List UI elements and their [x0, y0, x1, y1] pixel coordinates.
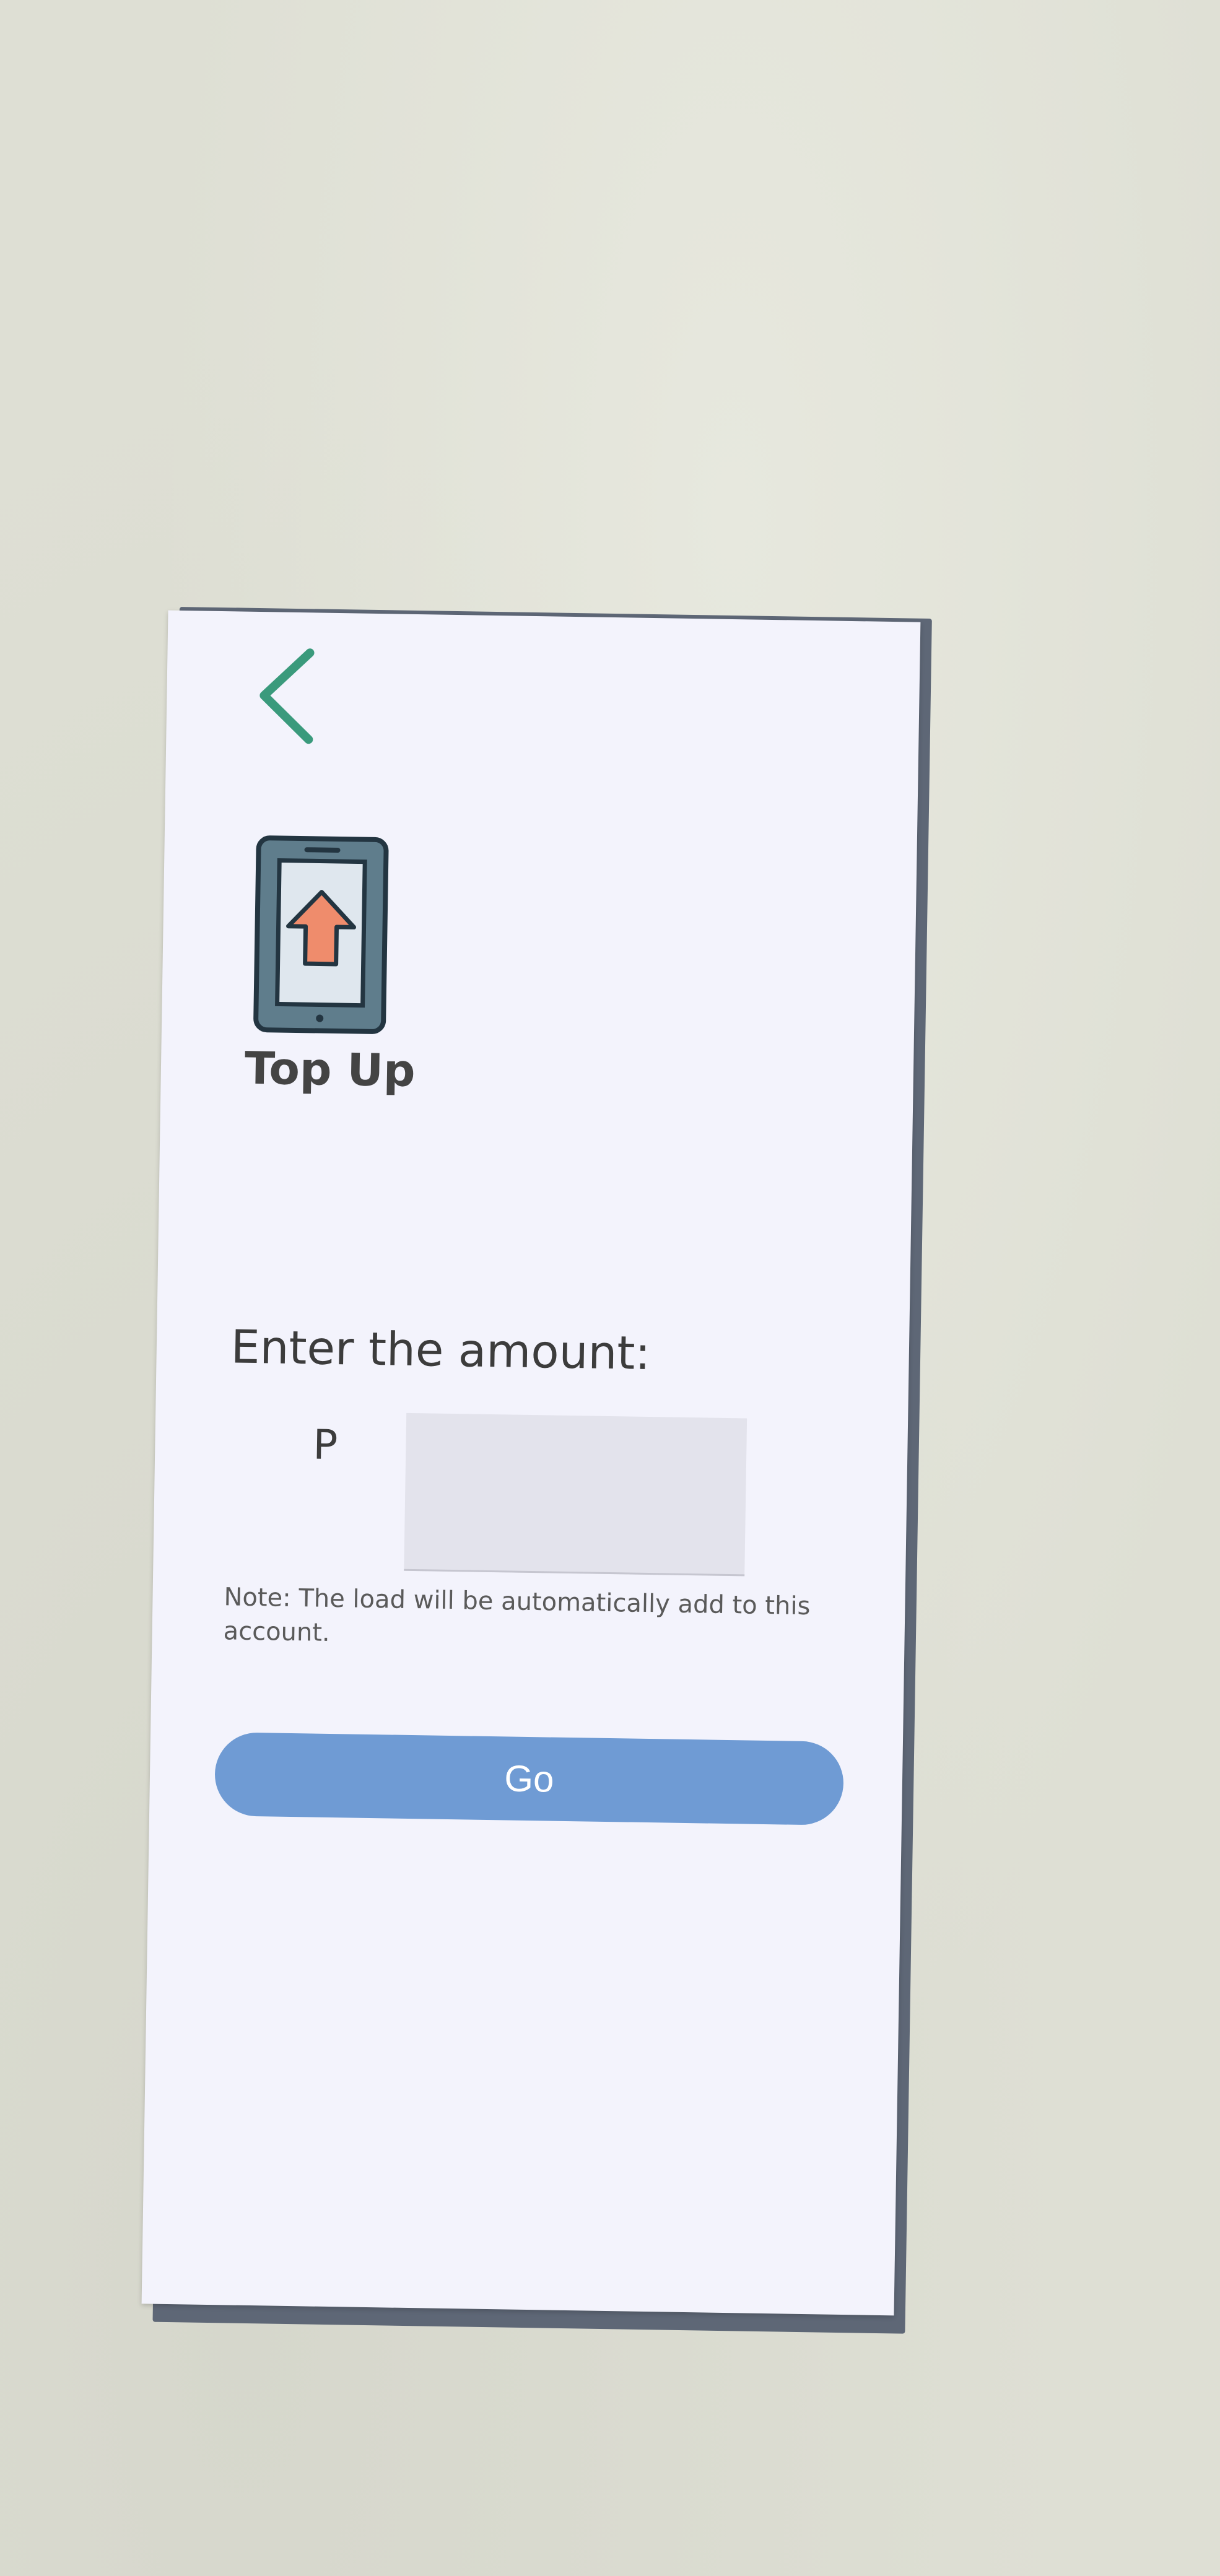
currency-symbol: P: [312, 1421, 338, 1469]
amount-label: Enter the amount:: [230, 1320, 651, 1381]
top-up-screen: Top Up Enter the amount: P Note: The loa…: [141, 610, 921, 2316]
note-text: Note: The load will be automatically add…: [223, 1583, 811, 1647]
go-button[interactable]: Go: [214, 1732, 844, 1825]
amount-input[interactable]: [404, 1412, 747, 1577]
page-title: Top Up: [244, 1042, 416, 1097]
phone-top-up-icon: [253, 835, 389, 1034]
chevron-left-icon: [259, 648, 315, 744]
back-button[interactable]: [250, 646, 319, 746]
